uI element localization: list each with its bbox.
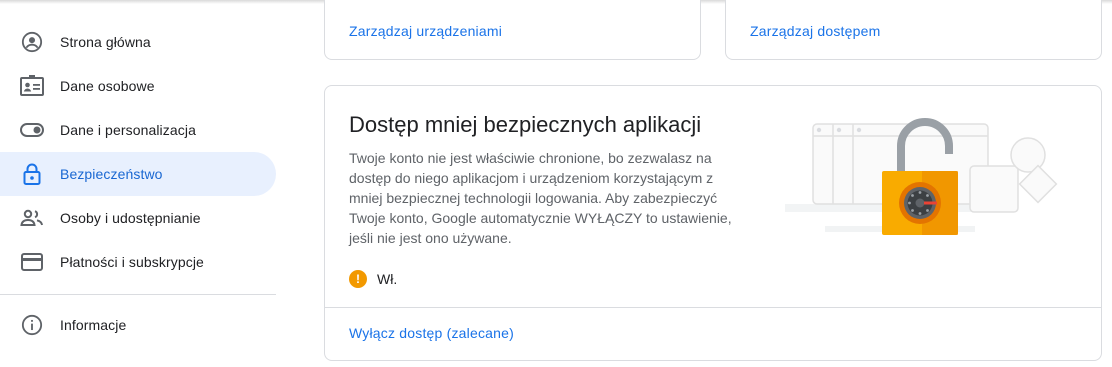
sidebar-item-label: Informacje: [60, 317, 127, 333]
manage-devices-link[interactable]: Zarządzaj urządzeniami: [349, 23, 502, 39]
status-text: Wł.: [377, 271, 398, 287]
devices-card: Zarządzaj urządzeniami: [324, 0, 701, 60]
sidebar-item-home[interactable]: Strona główna: [0, 20, 276, 64]
less-secure-apps-card: Dostęp mniej bezpiecznych aplikacji Twoj…: [324, 85, 1102, 361]
sidebar-divider: [0, 294, 276, 295]
manage-access-link[interactable]: Zarządzaj dostępem: [750, 23, 880, 39]
sidebar-item-people-sharing[interactable]: Osoby i udostępnianie: [0, 196, 276, 240]
sidebar-item-label: Osoby i udostępnianie: [60, 210, 201, 226]
toggle-icon: [20, 118, 44, 142]
id-card-icon: [20, 74, 44, 98]
unlocked-padlock-illustration: [785, 118, 1058, 235]
card-divider: [325, 307, 1101, 308]
sidebar-item-personal-info[interactable]: Dane osobowe: [0, 64, 276, 108]
sidebar-item-label: Dane osobowe: [60, 78, 155, 94]
account-circle-icon: [20, 30, 44, 54]
sidebar-item-payments[interactable]: Płatności i subskrypcje: [0, 240, 276, 284]
status-indicator: ! Wł.: [349, 270, 397, 288]
sidebar-item-label: Bezpieczeństwo: [60, 166, 163, 182]
warning-icon: !: [349, 270, 367, 288]
sidebar-item-label: Płatności i subskrypcje: [60, 254, 204, 270]
turn-off-access-link[interactable]: Wyłącz dostęp (zalecane): [349, 325, 514, 341]
credit-card-icon: [20, 250, 44, 274]
sidebar-item-label: Strona główna: [60, 34, 151, 50]
sidebar-nav: Strona główna Dane osobowe Dane i person…: [0, 20, 276, 347]
lock-icon: [20, 162, 44, 186]
info-icon: [20, 313, 44, 337]
card-title: Dostęp mniej bezpiecznych aplikacji: [349, 112, 702, 137]
sidebar-item-security[interactable]: Bezpieczeństwo: [0, 152, 276, 196]
sidebar-item-info[interactable]: Informacje: [0, 303, 276, 347]
access-card: Zarządzaj dostępem: [725, 0, 1102, 60]
sidebar-item-data-personalization[interactable]: Dane i personalizacja: [0, 108, 276, 152]
people-icon: [20, 206, 44, 230]
card-description: Twoje konto nie jest właściwie chronione…: [349, 150, 732, 246]
sidebar-item-label: Dane i personalizacja: [60, 122, 196, 138]
